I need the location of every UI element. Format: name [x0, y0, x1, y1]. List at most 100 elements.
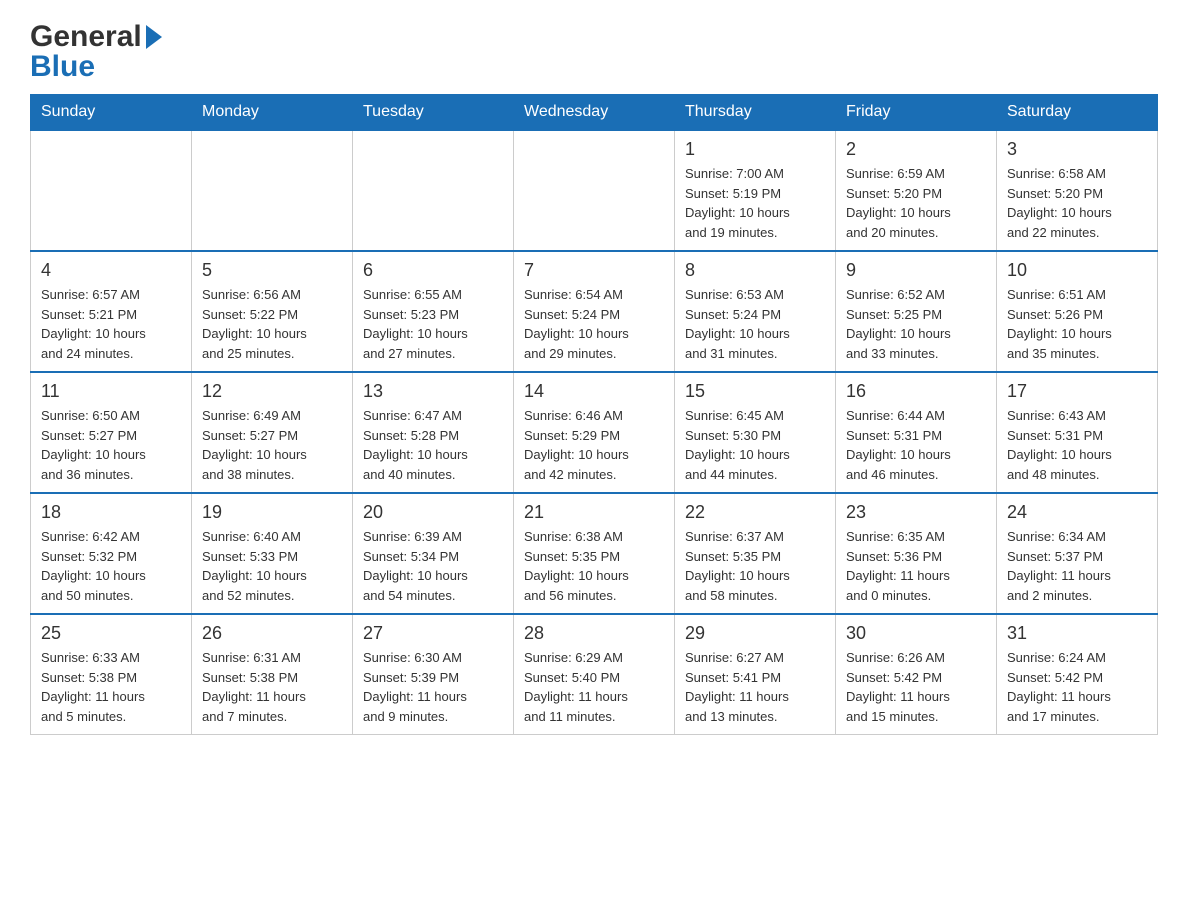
calendar-cell: 19Sunrise: 6:40 AM Sunset: 5:33 PM Dayli…: [192, 493, 353, 614]
calendar-cell: 10 Sunrise: 6:51 AM Sunset: 5:26 PM Dayli…: [997, 251, 1158, 372]
day-number: 14: [524, 381, 664, 402]
calendar-cell: 5 Sunrise: 6:56 AM Sunset: 5:22 PM Daylig…: [192, 251, 353, 372]
calendar-cell: 13Sunrise: 6:47 AM Sunset: 5:28 PM Dayli…: [353, 372, 514, 493]
calendar-week-row: 11 Sunrise: 6:50 AM Sunset: 5:27 PM Dayli…: [31, 372, 1158, 493]
calendar-cell: [353, 130, 514, 251]
day-info: Sunrise: 6:51 AM Sunset: 5:26 PM Dayligh…: [1007, 285, 1147, 363]
day-info: Sunrise: 6:55 AM Sunset: 5:23 PM Dayligh…: [363, 285, 503, 363]
day-info: Sunrise: 6:49 AM Sunset: 5:27 PM Dayligh…: [202, 406, 342, 484]
day-number: 26: [202, 623, 342, 644]
day-number: 1: [685, 139, 825, 160]
day-info: Sunrise: 6:26 AM Sunset: 5:42 PM Dayligh…: [846, 648, 986, 726]
logo-triangle-icon: [146, 25, 162, 49]
calendar-cell: 30 Sunrise: 6:26 AM Sunset: 5:42 PM Dayli…: [836, 614, 997, 735]
day-number: 6: [363, 260, 503, 281]
column-header-tuesday: Tuesday: [353, 95, 514, 131]
page-header: General Blue: [30, 20, 1158, 84]
day-number: 25: [41, 623, 181, 644]
day-info: Sunrise: 6:43 AM Sunset: 5:31 PM Dayligh…: [1007, 406, 1147, 484]
column-header-sunday: Sunday: [31, 95, 192, 131]
calendar-week-row: 18 Sunrise: 6:42 AM Sunset: 5:32 PM Dayli…: [31, 493, 1158, 614]
calendar-cell: 11 Sunrise: 6:50 AM Sunset: 5:27 PM Dayli…: [31, 372, 192, 493]
calendar-cell: 4Sunrise: 6:57 AM Sunset: 5:21 PM Daylig…: [31, 251, 192, 372]
column-header-monday: Monday: [192, 95, 353, 131]
day-info: Sunrise: 6:54 AM Sunset: 5:24 PM Dayligh…: [524, 285, 664, 363]
day-info: Sunrise: 7:00 AM Sunset: 5:19 PM Dayligh…: [685, 164, 825, 242]
day-info: Sunrise: 6:24 AM Sunset: 5:42 PM Dayligh…: [1007, 648, 1147, 726]
day-number: 10: [1007, 260, 1147, 281]
day-info: Sunrise: 6:37 AM Sunset: 5:35 PM Dayligh…: [685, 527, 825, 605]
calendar-week-row: 4Sunrise: 6:57 AM Sunset: 5:21 PM Daylig…: [31, 251, 1158, 372]
column-header-thursday: Thursday: [675, 95, 836, 131]
day-info: Sunrise: 6:47 AM Sunset: 5:28 PM Dayligh…: [363, 406, 503, 484]
day-info: Sunrise: 6:52 AM Sunset: 5:25 PM Dayligh…: [846, 285, 986, 363]
day-number: 8: [685, 260, 825, 281]
column-header-friday: Friday: [836, 95, 997, 131]
calendar-cell: [192, 130, 353, 251]
day-number: 31: [1007, 623, 1147, 644]
calendar-week-row: 25 Sunrise: 6:33 AM Sunset: 5:38 PM Dayli…: [31, 614, 1158, 735]
day-number: 28: [524, 623, 664, 644]
day-info: Sunrise: 6:46 AM Sunset: 5:29 PM Dayligh…: [524, 406, 664, 484]
day-number: 29: [685, 623, 825, 644]
day-info: Sunrise: 6:42 AM Sunset: 5:32 PM Dayligh…: [41, 527, 181, 605]
day-info: Sunrise: 6:44 AM Sunset: 5:31 PM Dayligh…: [846, 406, 986, 484]
logo-blue-word: Blue: [30, 50, 95, 84]
day-number: 21: [524, 502, 664, 523]
day-number: 23: [846, 502, 986, 523]
day-info: Sunrise: 6:56 AM Sunset: 5:22 PM Dayligh…: [202, 285, 342, 363]
calendar-cell: 12 Sunrise: 6:49 AM Sunset: 5:27 PM Dayli…: [192, 372, 353, 493]
day-number: 24: [1007, 502, 1147, 523]
day-info: Sunrise: 6:27 AM Sunset: 5:41 PM Dayligh…: [685, 648, 825, 726]
calendar-cell: [31, 130, 192, 251]
day-number: 27: [363, 623, 503, 644]
day-number: 15: [685, 381, 825, 402]
day-info: Sunrise: 6:29 AM Sunset: 5:40 PM Dayligh…: [524, 648, 664, 726]
column-header-wednesday: Wednesday: [514, 95, 675, 131]
day-number: 7: [524, 260, 664, 281]
day-info: Sunrise: 6:35 AM Sunset: 5:36 PM Dayligh…: [846, 527, 986, 605]
day-number: 5: [202, 260, 342, 281]
day-number: 4: [41, 260, 181, 281]
calendar-cell: 9 Sunrise: 6:52 AM Sunset: 5:25 PM Daylig…: [836, 251, 997, 372]
calendar-table: SundayMondayTuesdayWednesdayThursdayFrid…: [30, 94, 1158, 735]
calendar-cell: 17 Sunrise: 6:43 AM Sunset: 5:31 PM Dayli…: [997, 372, 1158, 493]
day-number: 11: [41, 381, 181, 402]
day-number: 20: [363, 502, 503, 523]
logo-general-word: General: [30, 20, 142, 54]
day-info: Sunrise: 6:50 AM Sunset: 5:27 PM Dayligh…: [41, 406, 181, 484]
day-info: Sunrise: 6:38 AM Sunset: 5:35 PM Dayligh…: [524, 527, 664, 605]
day-number: 9: [846, 260, 986, 281]
calendar-cell: 7 Sunrise: 6:54 AM Sunset: 5:24 PM Daylig…: [514, 251, 675, 372]
calendar-cell: 15 Sunrise: 6:45 AM Sunset: 5:30 PM Dayli…: [675, 372, 836, 493]
day-number: 30: [846, 623, 986, 644]
column-header-saturday: Saturday: [997, 95, 1158, 131]
calendar-cell: 8 Sunrise: 6:53 AM Sunset: 5:24 PM Daylig…: [675, 251, 836, 372]
day-info: Sunrise: 6:59 AM Sunset: 5:20 PM Dayligh…: [846, 164, 986, 242]
day-number: 17: [1007, 381, 1147, 402]
calendar-cell: 26Sunrise: 6:31 AM Sunset: 5:38 PM Dayli…: [192, 614, 353, 735]
day-info: Sunrise: 6:45 AM Sunset: 5:30 PM Dayligh…: [685, 406, 825, 484]
day-number: 2: [846, 139, 986, 160]
calendar-week-row: 1 Sunrise: 7:00 AM Sunset: 5:19 PM Daylig…: [31, 130, 1158, 251]
calendar-cell: [514, 130, 675, 251]
calendar-cell: 29 Sunrise: 6:27 AM Sunset: 5:41 PM Dayli…: [675, 614, 836, 735]
calendar-cell: 18 Sunrise: 6:42 AM Sunset: 5:32 PM Dayli…: [31, 493, 192, 614]
logo: General Blue: [30, 20, 166, 84]
calendar-cell: 6 Sunrise: 6:55 AM Sunset: 5:23 PM Daylig…: [353, 251, 514, 372]
calendar-cell: 2 Sunrise: 6:59 AM Sunset: 5:20 PM Daylig…: [836, 130, 997, 251]
calendar-cell: 23 Sunrise: 6:35 AM Sunset: 5:36 PM Dayli…: [836, 493, 997, 614]
day-info: Sunrise: 6:53 AM Sunset: 5:24 PM Dayligh…: [685, 285, 825, 363]
calendar-header-row: SundayMondayTuesdayWednesdayThursdayFrid…: [31, 95, 1158, 131]
calendar-cell: 25 Sunrise: 6:33 AM Sunset: 5:38 PM Dayli…: [31, 614, 192, 735]
day-number: 3: [1007, 139, 1147, 160]
day-info: Sunrise: 6:39 AM Sunset: 5:34 PM Dayligh…: [363, 527, 503, 605]
day-number: 18: [41, 502, 181, 523]
day-info: Sunrise: 6:33 AM Sunset: 5:38 PM Dayligh…: [41, 648, 181, 726]
day-info: Sunrise: 6:58 AM Sunset: 5:20 PM Dayligh…: [1007, 164, 1147, 242]
calendar-cell: 16Sunrise: 6:44 AM Sunset: 5:31 PM Dayli…: [836, 372, 997, 493]
calendar-cell: 21 Sunrise: 6:38 AM Sunset: 5:35 PM Dayli…: [514, 493, 675, 614]
day-info: Sunrise: 6:34 AM Sunset: 5:37 PM Dayligh…: [1007, 527, 1147, 605]
day-number: 12: [202, 381, 342, 402]
calendar-cell: 3 Sunrise: 6:58 AM Sunset: 5:20 PM Daylig…: [997, 130, 1158, 251]
